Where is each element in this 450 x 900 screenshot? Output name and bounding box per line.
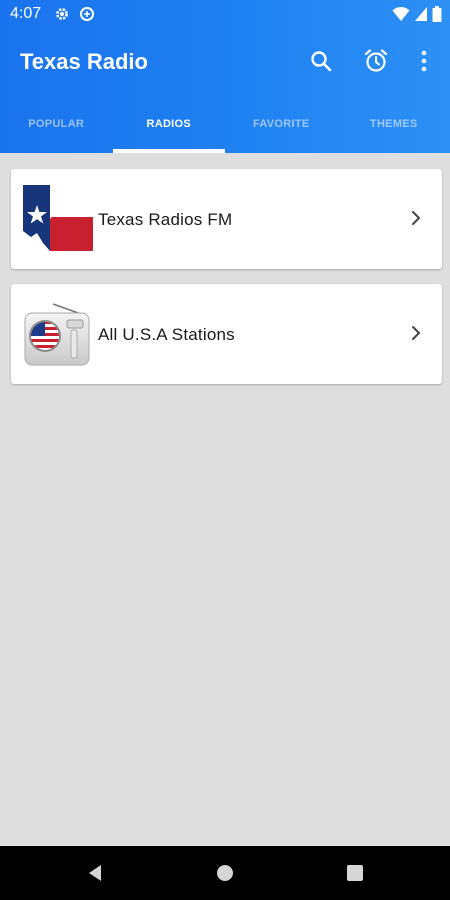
system-nav-bar (0, 846, 450, 900)
app-header: 4:07 Texas Radio POPULAR RADIOS FAVORITE… (0, 0, 450, 153)
list-item-texas-radios[interactable]: Texas Radios FM (11, 169, 442, 269)
status-bar: 4:07 (0, 0, 450, 30)
app-title: Texas Radio (20, 49, 148, 74)
gear-icon (56, 8, 68, 20)
tab-favorite[interactable]: FAVORITE (225, 92, 338, 153)
more-vert-icon (421, 50, 427, 72)
wifi-icon (392, 6, 410, 21)
home-icon[interactable] (214, 862, 236, 884)
more-options-button[interactable] (406, 43, 442, 79)
search-icon (311, 51, 332, 72)
texas-flag-map-icon (23, 185, 93, 255)
toolbar: Texas Radio (0, 30, 450, 92)
alarm-button[interactable] (358, 43, 394, 79)
chevron-right-icon (412, 326, 421, 340)
item-label: Texas Radios FM (98, 210, 233, 229)
status-right-icons (392, 6, 442, 22)
back-icon[interactable] (84, 862, 106, 884)
list-item-usa-stations[interactable]: All U.S.A Stations (11, 284, 442, 384)
item-label: All U.S.A Stations (98, 325, 235, 344)
battery-icon (432, 6, 442, 22)
search-button[interactable] (303, 43, 339, 79)
chevron-right-icon (412, 211, 421, 225)
data-saver-icon (80, 7, 94, 21)
tab-popular[interactable]: POPULAR (0, 92, 113, 153)
recents-icon[interactable] (344, 862, 366, 884)
alarm-icon (364, 49, 388, 72)
status-time: 4:07 (10, 5, 42, 22)
tab-themes[interactable]: THEMES (338, 92, 450, 153)
tab-radios[interactable]: RADIOS (112, 92, 226, 153)
tab-bar: POPULAR RADIOS FAVORITE THEMES (0, 92, 450, 153)
signal-icon (415, 7, 427, 21)
usa-radio-icon (23, 300, 93, 370)
